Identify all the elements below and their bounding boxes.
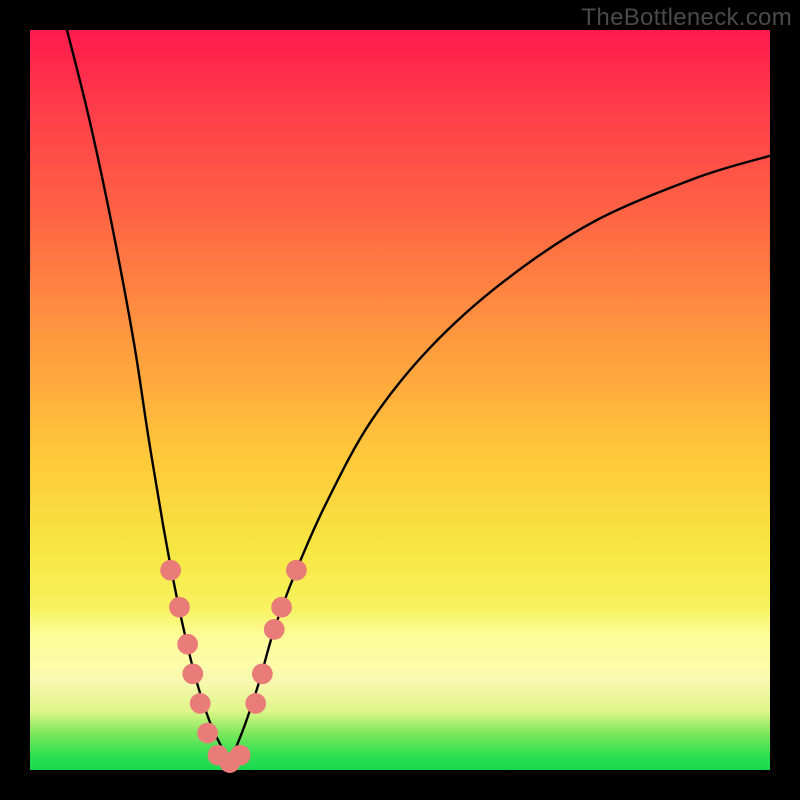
- marker-dot: [177, 634, 198, 655]
- chart-svg: [30, 30, 770, 770]
- bottleneck-left-curve: [67, 30, 230, 763]
- marker-dot: [160, 560, 181, 581]
- marker-dot: [286, 560, 307, 581]
- marker-dot: [169, 597, 190, 618]
- chart-frame: TheBottleneck.com: [0, 0, 800, 800]
- bottleneck-right-curve: [230, 156, 770, 763]
- marker-dot: [271, 597, 292, 618]
- marker-dot: [197, 723, 218, 744]
- marker-dot: [245, 693, 266, 714]
- marker-dot: [264, 619, 285, 640]
- marker-dots-group: [160, 560, 307, 773]
- marker-dot: [252, 663, 273, 684]
- marker-dot: [182, 663, 203, 684]
- marker-dot: [190, 693, 211, 714]
- marker-dot: [230, 745, 251, 766]
- watermark-text: TheBottleneck.com: [581, 4, 792, 32]
